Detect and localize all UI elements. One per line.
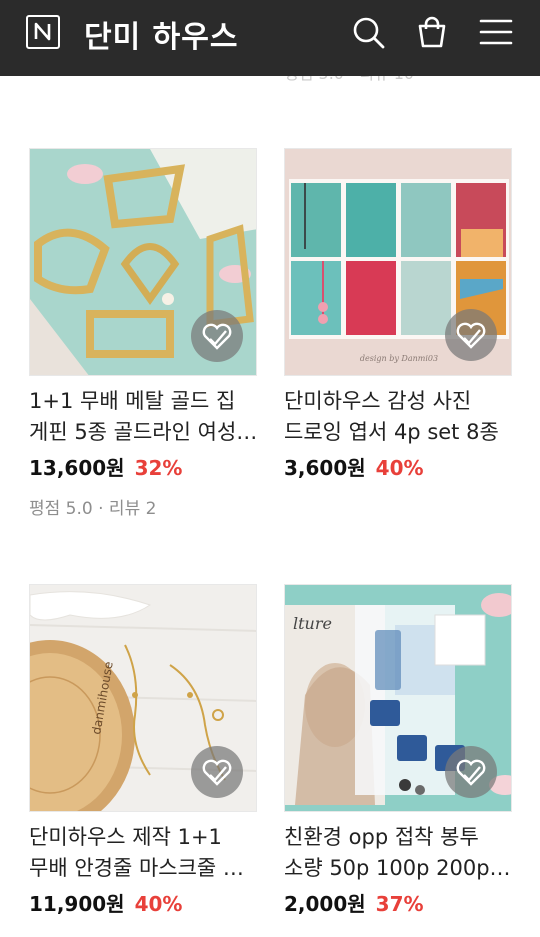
wishlist-button[interactable]	[191, 310, 243, 362]
discount-rate: 32%	[134, 456, 183, 480]
product-name[interactable]: 친환경 opp 접착 봉투 소량 50p 100p 200p 포장	[284, 822, 516, 884]
search-button[interactable]	[350, 14, 386, 50]
heart-check-icon	[202, 759, 232, 786]
product-name[interactable]: 1+1 무배 메탈 골드 집 게핀 5종 골드라인 여성 헤어집게	[29, 386, 261, 448]
price-row: 2,000원 37%	[284, 888, 424, 917]
price-row: 11,900원 40%	[29, 888, 182, 917]
product-image[interactable]: lture	[284, 584, 512, 812]
hamburger-menu-icon	[479, 19, 513, 45]
product-image[interactable]	[29, 148, 257, 376]
cart-button[interactable]	[414, 14, 450, 50]
product-name[interactable]: 단미하우스 감성 사진 드로잉 엽서 4p set 8종	[284, 386, 516, 448]
wishlist-button[interactable]	[445, 746, 497, 798]
wishlist-button[interactable]	[191, 746, 243, 798]
product-price: 2,000원	[284, 892, 366, 916]
shopping-bag-icon	[418, 16, 446, 48]
heart-check-icon	[456, 322, 486, 349]
discount-rate: 37%	[375, 892, 424, 916]
design-credit-text: design by Danmi03	[360, 354, 438, 363]
search-icon	[353, 17, 385, 49]
menu-button[interactable]	[478, 14, 514, 50]
wishlist-button[interactable]	[445, 309, 497, 361]
naver-logo-icon[interactable]	[26, 15, 60, 49]
price-row: 13,600원 32%	[29, 452, 182, 481]
discount-rate: 40%	[375, 456, 424, 480]
product-image[interactable]: design by Danmi03	[284, 148, 512, 376]
product-price: 3,600원	[284, 456, 366, 480]
product-image[interactable]: danmihouse	[29, 584, 257, 812]
product-price: 11,900원	[29, 892, 125, 916]
heart-check-icon	[456, 759, 486, 786]
top-header: 단미 하우스	[0, 0, 540, 76]
price-row: 3,600원 40%	[284, 452, 424, 481]
store-title[interactable]: 단미 하우스	[84, 12, 238, 56]
discount-rate: 40%	[134, 892, 183, 916]
heart-check-icon	[202, 323, 232, 350]
rating-review: 평점 5.0 · 리뷰 2	[29, 499, 157, 519]
product-price: 13,600원	[29, 456, 125, 480]
magazine-title-text: lture	[293, 614, 332, 633]
product-name[interactable]: 단미하우스 제작 1+1 무배 안경줄 마스크줄 비즈	[29, 822, 261, 884]
